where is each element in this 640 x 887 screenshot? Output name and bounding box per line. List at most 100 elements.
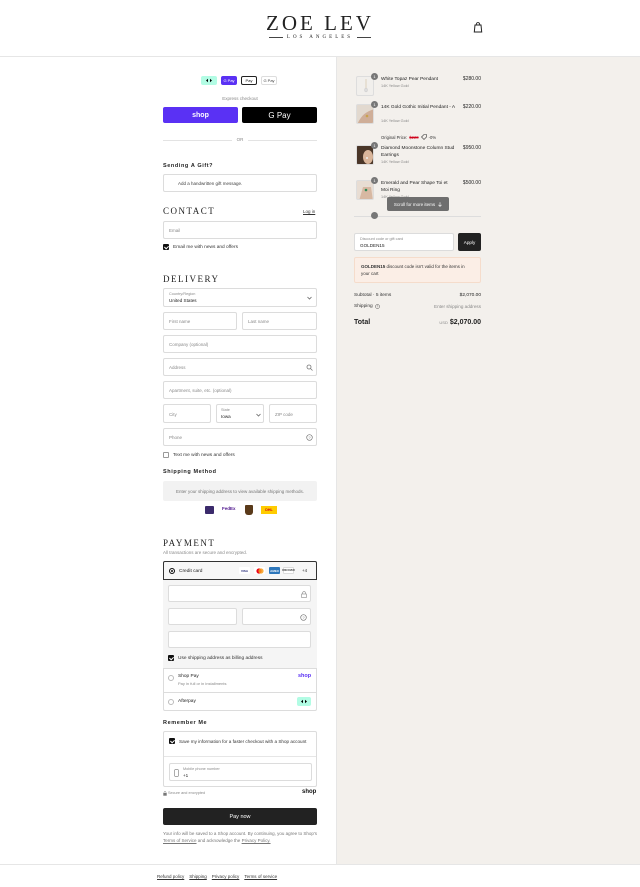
dhl-logo: DHL	[261, 506, 277, 514]
gift-message-button[interactable]: Add a handwritten gift message.	[163, 174, 317, 192]
search-icon	[306, 364, 313, 371]
afterpay-option[interactable]: Afterpay	[163, 692, 317, 711]
payment-title: PAYMENT	[163, 538, 216, 548]
pay-now-button[interactable]: Pay now	[163, 808, 317, 825]
footer: Refund policy Shipping Privacy policy Te…	[0, 864, 640, 887]
currency-label: USD	[439, 320, 448, 325]
or-divider-label: OR	[232, 137, 248, 142]
item-price: $950.00	[462, 145, 481, 151]
billing-same-label: Use shipping address as billing address	[178, 656, 263, 661]
apply-button[interactable]: Apply	[458, 233, 481, 251]
radio[interactable]	[168, 675, 174, 681]
svg-text:?: ?	[376, 305, 378, 309]
terms-link[interactable]: Terms of Service	[163, 838, 197, 843]
shipping-policy-link[interactable]: Shipping	[189, 874, 207, 879]
legal-text: Your info will be saved to a Shop accoun…	[163, 831, 318, 843]
radio-selected[interactable]	[169, 568, 175, 574]
shop-pay-option[interactable]: Shop Pay Pay in full or in installments …	[163, 668, 317, 692]
usps-logo	[205, 506, 214, 514]
apartment-field[interactable]: Apartment, suite, etc. (optional)	[163, 381, 317, 399]
help-icon[interactable]: ?	[374, 304, 380, 309]
sms-label: Text me with news and offers	[173, 453, 235, 458]
delivery-title: DELIVERY	[163, 274, 220, 284]
discount-code-field[interactable]: Discount code or gift card GOLDEN15	[354, 233, 454, 251]
googlepay-badge[interactable]: G Pay	[261, 76, 277, 85]
phone-field[interactable]: Phone ?	[163, 428, 317, 446]
shop-pay-logo: shop	[298, 673, 312, 679]
bag-icon[interactable]	[473, 22, 483, 33]
quantity-badge: 1	[371, 101, 378, 108]
gift-title: Sending A Gift?	[163, 163, 214, 169]
expiry-field[interactable]	[168, 608, 237, 625]
fedex-logo: FedEx	[222, 506, 236, 511]
svg-text:?: ?	[302, 615, 305, 620]
item-price: $500.00	[462, 180, 481, 186]
refund-policy-link[interactable]: Refund policy	[157, 874, 184, 879]
privacy-link[interactable]: Privacy Policy.	[242, 838, 271, 843]
radio[interactable]	[168, 699, 174, 705]
chevron-down-icon	[256, 413, 261, 417]
phone-icon	[174, 769, 179, 777]
ups-logo	[245, 505, 253, 515]
subtotal-value: $2,070.00	[459, 293, 481, 298]
quantity-badge	[371, 212, 378, 219]
country-select[interactable]: Country/Region United States	[163, 288, 317, 307]
payment-subtitle: All transactions are secure and encrypte…	[163, 550, 248, 555]
company-field[interactable]: Company (optional)	[163, 335, 317, 353]
address-field[interactable]: Address	[163, 358, 317, 376]
state-select[interactable]: State Iowa	[216, 404, 264, 423]
save-info-label: Save my information for a faster checkou…	[179, 739, 307, 744]
chevron-down-icon	[307, 296, 312, 300]
shipping-value: Enter shipping address	[434, 304, 481, 309]
remember-box: Save my information for a faster checkou…	[163, 731, 317, 787]
applepay-badge[interactable]: Pay	[241, 76, 257, 85]
discover-icon: DISCOVER	[282, 567, 295, 574]
item-variant: 14K Yellow Gold	[381, 119, 409, 123]
credit-card-option[interactable]: Credit card VISA AMEX DISCOVER +4	[163, 561, 317, 580]
google-pay-button[interactable]: G Pay	[242, 107, 317, 123]
card-form: ? Use shipping address as billing addres…	[163, 580, 317, 668]
terms-of-service-link[interactable]: Terms of service	[244, 874, 277, 879]
brand-name: ZOE LEV	[266, 11, 374, 35]
last-name-field[interactable]: Last name	[242, 312, 317, 330]
item-price: $220.00	[462, 104, 481, 110]
name-on-card-field[interactable]	[168, 631, 311, 648]
order-summary: 1 White Topaz Pear Pendant 14K Yellow Go…	[336, 57, 640, 864]
card-number-field[interactable]	[168, 585, 311, 602]
shipping-row: Shipping ?	[354, 304, 380, 309]
email-field[interactable]: Email	[163, 221, 317, 239]
subtotal-label: Subtotal · 5 items	[354, 293, 392, 298]
first-name-field[interactable]: First name	[163, 312, 237, 330]
help-icon[interactable]: ?	[300, 614, 307, 621]
scroll-more-button[interactable]: Scroll for more items	[387, 197, 449, 211]
shipping-notice: Enter your shipping address to view avai…	[163, 481, 317, 501]
afterpay-icon	[206, 78, 212, 83]
save-info-checkbox[interactable]	[169, 738, 175, 744]
brand-logo[interactable]: ZOE LEV LOS ANGELES	[0, 12, 640, 40]
afterpay-badge[interactable]	[201, 76, 217, 85]
cvv-field[interactable]: ?	[242, 608, 311, 625]
item-variant: 14K Yellow Gold	[381, 84, 409, 88]
original-price: Original Price: $220 -0%	[381, 134, 437, 140]
quantity-badge: 1	[371, 142, 378, 149]
city-field[interactable]: City	[163, 404, 211, 423]
item-variant: 14K Yellow Gold	[381, 160, 409, 164]
billing-same-checkbox[interactable]	[168, 655, 174, 661]
remember-title: Remember Me	[163, 720, 208, 726]
express-label: Express checkout	[222, 96, 258, 101]
contact-title: CONTACT	[163, 206, 216, 216]
header: ZOE LEV LOS ANGELES	[0, 0, 640, 57]
shop-pay-button[interactable]: shop	[163, 107, 238, 123]
afterpay-icon	[297, 697, 311, 706]
help-icon[interactable]: ?	[306, 434, 313, 441]
item-price: $280.00	[462, 76, 481, 82]
mobile-phone-field[interactable]: Mobile phone number +1	[169, 763, 312, 781]
shoppay-badge[interactable]: G Pay	[221, 76, 237, 85]
visa-icon: VISA	[239, 567, 250, 574]
login-link[interactable]: Log in	[303, 209, 315, 214]
privacy-policy-link[interactable]: Privacy policy	[212, 874, 240, 879]
sms-checkbox[interactable]	[163, 452, 169, 458]
newsletter-checkbox[interactable]	[163, 244, 169, 250]
zip-field[interactable]: ZIP code	[269, 404, 317, 423]
shipping-method-title: Shipping Method	[163, 469, 217, 475]
